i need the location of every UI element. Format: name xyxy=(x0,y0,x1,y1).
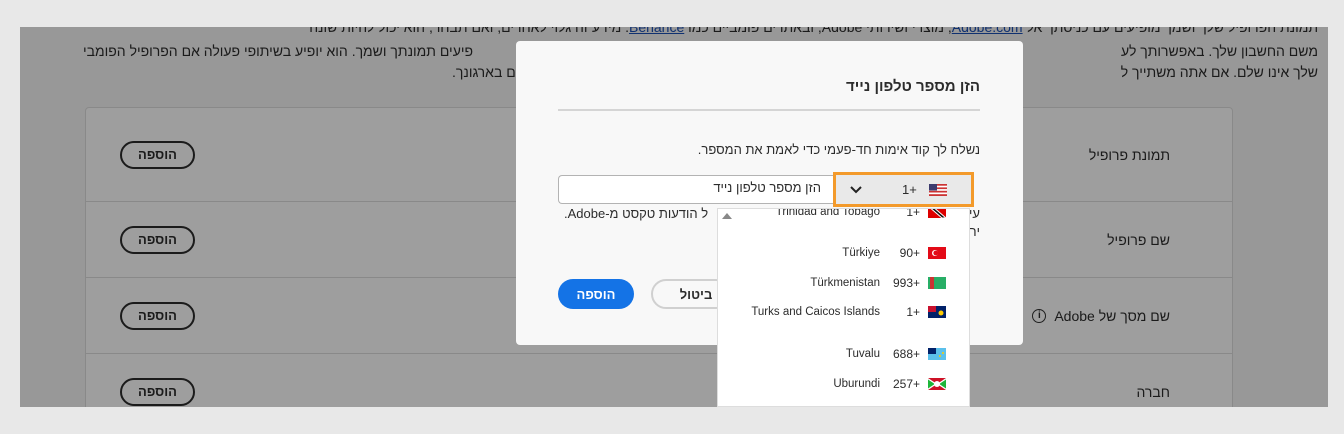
country-code-select[interactable]: 1+ xyxy=(833,172,974,207)
helper-text-right-2: יר xyxy=(969,224,980,239)
country-option[interactable]: Uburundi 257+ xyxy=(718,377,969,391)
country-option[interactable]: Tuvalu 688+ xyxy=(718,347,969,361)
country-option[interactable]: Trinidad and Tobago 1+ xyxy=(718,209,969,219)
country-option[interactable]: Turks and Caicos Islands 1+ xyxy=(718,305,969,319)
divider xyxy=(558,109,980,111)
chevron-down-icon xyxy=(850,185,862,193)
trinidad-flag-icon xyxy=(928,209,946,218)
country-code: 1+ xyxy=(902,182,917,197)
helper-text-right-1: עי xyxy=(969,206,980,221)
country-dropdown-list[interactable]: Trinidad and Tobago 1+ Türkiye 90+ Türkmen… xyxy=(717,208,970,407)
dialog-title: הזן מספר טלפון נייד xyxy=(846,78,980,95)
add-button[interactable]: הוספה xyxy=(558,279,634,309)
turkmenistan-flag-icon xyxy=(928,277,946,289)
turks-caicos-flag-icon xyxy=(928,306,946,318)
helper-text: ל הודעות טקסט מ-Adobe. xyxy=(564,206,709,221)
us-flag-icon xyxy=(928,183,947,196)
tuvalu-flag-icon xyxy=(928,348,946,360)
dialog-description: נשלח לך קוד אימות חד-פעמי כדי לאמת את המ… xyxy=(697,142,980,157)
burundi-flag-icon xyxy=(928,378,946,390)
turkey-flag-icon xyxy=(928,247,946,259)
phone-input[interactable]: הזן מספר טלפון נייד xyxy=(558,175,833,204)
country-option[interactable]: Türkmenistan 993+ xyxy=(718,276,969,290)
country-option[interactable]: Türkiye 90+ xyxy=(718,246,969,260)
